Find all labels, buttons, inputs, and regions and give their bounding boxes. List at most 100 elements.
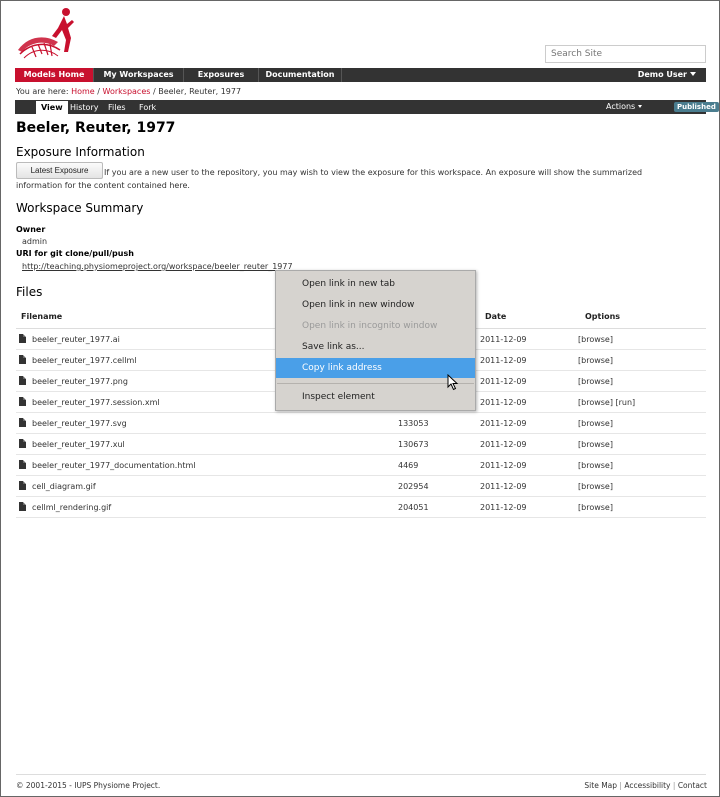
table-row: beeler_reuter_1977.xul 130673 2011-12-09 [b… [16,434,706,455]
uri-label: URI for git clone/pull/push [16,249,134,258]
owner-value: admin [22,237,48,246]
footer-accessibility[interactable]: Accessibility [624,781,670,790]
file-name-link[interactable]: beeler_reuter_1977.session.xml [32,398,160,407]
file-options[interactable]: [browse] [578,356,613,365]
col-options: Options [585,312,621,321]
file-options[interactable]: [browse] [578,335,613,344]
file-date: 2011-12-09 [480,376,527,386]
footer-copyright: © 2001-2015 - IUPS Physiome Project. [16,781,161,790]
tab-view[interactable]: View [36,101,68,114]
files-heading: Files [16,285,43,299]
file-date: 2011-12-09 [480,418,527,428]
col-date[interactable]: Date [485,312,506,321]
tab-fork[interactable]: Fork [139,101,156,114]
menu-open-new-window[interactable]: Open link in new window [276,295,475,315]
uri-link[interactable]: http://teaching.physiomeproject.org/work… [22,262,293,271]
context-menu: Open link in new tab Open link in new wi… [275,270,476,411]
file-date: 2011-12-09 [480,397,527,407]
file-name-link[interactable]: cell_diagram.gif [32,482,96,491]
main-nav: Models Home My Workspaces Exposures Docu… [15,68,706,82]
owner-label: Owner [16,225,46,234]
file-options[interactable]: [browse] [run] [578,398,635,407]
file-icon [19,459,26,469]
footer-divider [16,774,706,775]
latest-exposure-button[interactable]: Latest Exposure [16,162,103,179]
page-title: Beeler, Reuter, 1977 [16,120,176,136]
file-options[interactable]: [browse] [578,482,613,491]
breadcrumb-current: Beeler, Reuter, 1977 [158,87,242,96]
table-row: beeler_reuter_1977.svg 133053 2011-12-09 [b… [16,413,706,434]
breadcrumb-sep: / [97,87,100,96]
nav-documentation[interactable]: Documentation [259,68,342,82]
menu-inspect-element[interactable]: Inspect element [276,387,475,407]
menu-open-incognito: Open link in incognito window [302,321,438,331]
file-size: 202954 [398,481,429,491]
file-name-link[interactable]: beeler_reuter_1977_documentation.html [32,461,196,470]
search-input[interactable] [545,45,706,63]
file-options[interactable]: [browse] [578,461,613,470]
status-badge: Published [674,102,719,112]
tab-history[interactable]: History [70,101,98,114]
menu-open-new-tab[interactable]: Open link in new tab [276,274,475,294]
file-icon [19,480,26,490]
file-options[interactable]: [browse] [578,503,613,512]
file-options[interactable]: [browse] [578,419,613,428]
user-menu[interactable]: Demo User [638,68,696,82]
col-filename[interactable]: Filename [21,312,62,321]
file-icon [19,333,26,343]
summary-heading: Workspace Summary [16,201,144,215]
file-icon [19,396,26,406]
breadcrumb-sep: / [152,87,156,96]
mouse-cursor-icon [447,374,459,391]
menu-copy-link-address[interactable]: Copy link address [276,358,475,378]
nav-exposures[interactable]: Exposures [184,68,259,82]
file-size: 204051 [398,502,429,512]
exposure-text: If you are a new user to the repository,… [104,168,643,177]
menu-save-link-as[interactable]: Save link as... [276,337,475,357]
file-name-link[interactable]: cellml_rendering.gif [32,503,111,512]
table-row: cell_diagram.gif 202954 2011-12-09 [browse] [16,476,706,497]
physiome-logo-icon[interactable] [14,6,80,64]
file-size: 130673 [398,439,429,449]
tab-files[interactable]: Files [108,101,126,114]
file-date: 2011-12-09 [480,481,527,491]
breadcrumb-home[interactable]: Home [71,87,95,96]
file-date: 2011-12-09 [480,439,527,449]
footer-site-map[interactable]: Site Map [584,781,617,790]
caret-down-icon [638,105,643,108]
menu-separator [277,383,474,384]
nav-my-workspaces[interactable]: My Workspaces [94,68,184,82]
file-options[interactable]: [browse] [578,377,613,386]
actions-label: Actions [606,102,636,111]
file-options[interactable]: [browse] [578,440,613,449]
nav-models-home[interactable]: Models Home [15,68,94,82]
footer-contact[interactable]: Contact [678,781,707,790]
file-name-link[interactable]: beeler_reuter_1977.xul [32,440,125,449]
table-row: cellml_rendering.gif 204051 2011-12-09 [bro… [16,497,706,518]
table-row: beeler_reuter_1977_documentation.html 446… [16,455,706,476]
file-name-link[interactable]: beeler_reuter_1977.svg [32,419,127,428]
file-name-link[interactable]: beeler_reuter_1977.cellml [32,356,137,365]
file-size: 4469 [398,460,419,470]
file-date: 2011-12-09 [480,355,527,365]
file-date: 2011-12-09 [480,502,527,512]
file-name-link[interactable]: beeler_reuter_1977.png [32,377,128,386]
file-date: 2011-12-09 [480,460,527,470]
file-name-link[interactable]: beeler_reuter_1977.ai [32,335,120,344]
breadcrumb: You are here: Home / Workspaces / Beeler… [16,87,241,96]
file-size: 133053 [398,418,429,428]
actions-menu[interactable]: Actions [606,100,643,114]
breadcrumb-workspaces[interactable]: Workspaces [103,87,151,96]
caret-down-icon [690,72,696,76]
footer-links: Site Map | Accessibility | Contact [584,781,707,790]
user-name: Demo User [637,70,687,79]
file-icon [19,501,26,511]
file-icon [19,438,26,448]
exposure-text-2: information for the content contained he… [16,181,190,190]
exposure-heading: Exposure Information [16,145,145,159]
footer-sep: | [672,781,676,790]
file-icon [19,375,26,385]
content-tabs: View History Files Fork Actions Publishe… [15,100,719,114]
file-date: 2011-12-09 [480,334,527,344]
footer-sep: | [619,781,622,790]
